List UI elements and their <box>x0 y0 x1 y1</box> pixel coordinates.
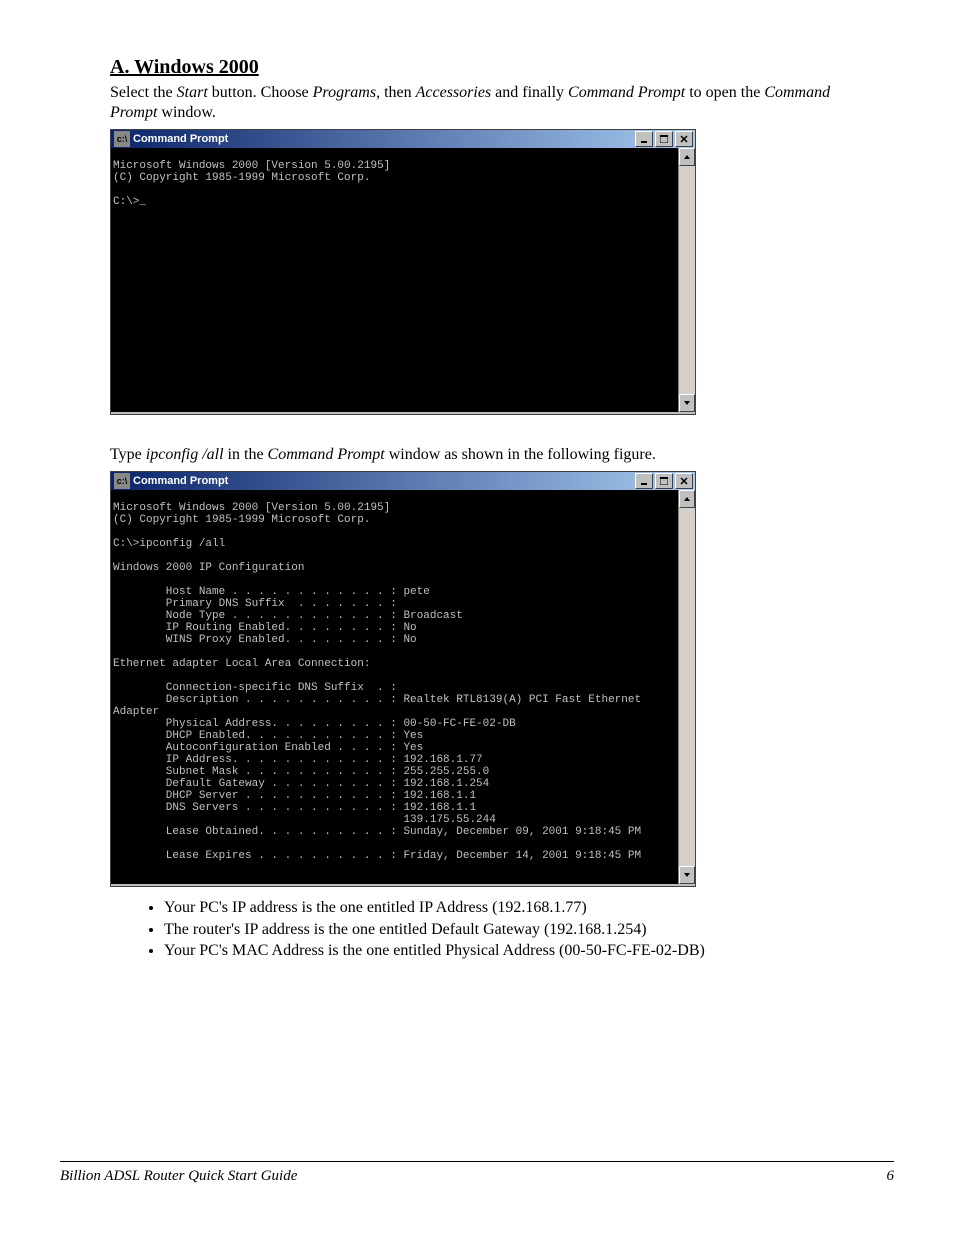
text: and finally <box>491 84 568 101</box>
text-italic: Programs <box>313 84 376 101</box>
list-item: Your PC's IP address is the one entitled… <box>164 897 844 919</box>
minimize-button[interactable] <box>635 473 653 489</box>
command-prompt-window-2: c:\ Command Prompt Microsoft Windows 200… <box>110 471 696 887</box>
list-item: Your PC's MAC Address is the one entitle… <box>164 940 844 962</box>
text: in the <box>224 446 268 463</box>
bullet-list: Your PC's IP address is the one entitled… <box>150 897 844 962</box>
text: window. <box>157 104 216 121</box>
scroll-down-button[interactable] <box>679 394 695 412</box>
text-italic: Command Prompt <box>568 84 685 101</box>
scrollbar[interactable] <box>678 490 695 884</box>
text: , then <box>376 84 416 101</box>
text: button. Choose <box>208 84 313 101</box>
app-icon: c:\ <box>114 473 130 489</box>
terminal-output[interactable]: Microsoft Windows 2000 [Version 5.00.219… <box>111 159 678 401</box>
section-heading: A. Windows 2000 <box>110 56 844 79</box>
window-title: Command Prompt <box>133 475 633 487</box>
scroll-track[interactable] <box>679 166 695 394</box>
paragraph-1: Select the Start button. Choose Programs… <box>110 83 844 123</box>
footer-left: Billion ADSL Router Quick Start Guide <box>60 1168 297 1185</box>
scroll-up-button[interactable] <box>679 490 695 508</box>
text: to open the <box>685 84 764 101</box>
list-item: The router's IP address is the one entit… <box>164 919 844 941</box>
scrollbar[interactable] <box>678 148 695 412</box>
terminal-output[interactable]: Microsoft Windows 2000 [Version 5.00.219… <box>111 501 678 873</box>
scroll-up-button[interactable] <box>679 148 695 166</box>
page-footer: Billion ADSL Router Quick Start Guide 6 <box>60 1161 894 1185</box>
text-italic: Command Prompt <box>268 446 385 463</box>
maximize-button[interactable] <box>655 473 673 489</box>
text-italic: ipconfig /all <box>146 446 224 463</box>
footer-page-number: 6 <box>887 1168 895 1185</box>
titlebar[interactable]: c:\ Command Prompt <box>111 130 695 148</box>
minimize-button[interactable] <box>635 131 653 147</box>
maximize-button[interactable] <box>655 131 673 147</box>
text: Select the <box>110 84 177 101</box>
text-italic: Start <box>177 84 208 101</box>
scroll-down-button[interactable] <box>679 866 695 884</box>
text: window as shown in the following figure. <box>385 446 656 463</box>
text-italic: Accessories <box>416 84 492 101</box>
text: Type <box>110 446 146 463</box>
paragraph-2: Type ipconfig /all in the Command Prompt… <box>110 445 844 465</box>
app-icon: c:\ <box>114 131 130 147</box>
window-title: Command Prompt <box>133 133 633 145</box>
scroll-track[interactable] <box>679 508 695 866</box>
titlebar[interactable]: c:\ Command Prompt <box>111 472 695 490</box>
close-button[interactable] <box>675 131 693 147</box>
close-button[interactable] <box>675 473 693 489</box>
command-prompt-window-1: c:\ Command Prompt Microsoft Windows 200… <box>110 129 696 415</box>
